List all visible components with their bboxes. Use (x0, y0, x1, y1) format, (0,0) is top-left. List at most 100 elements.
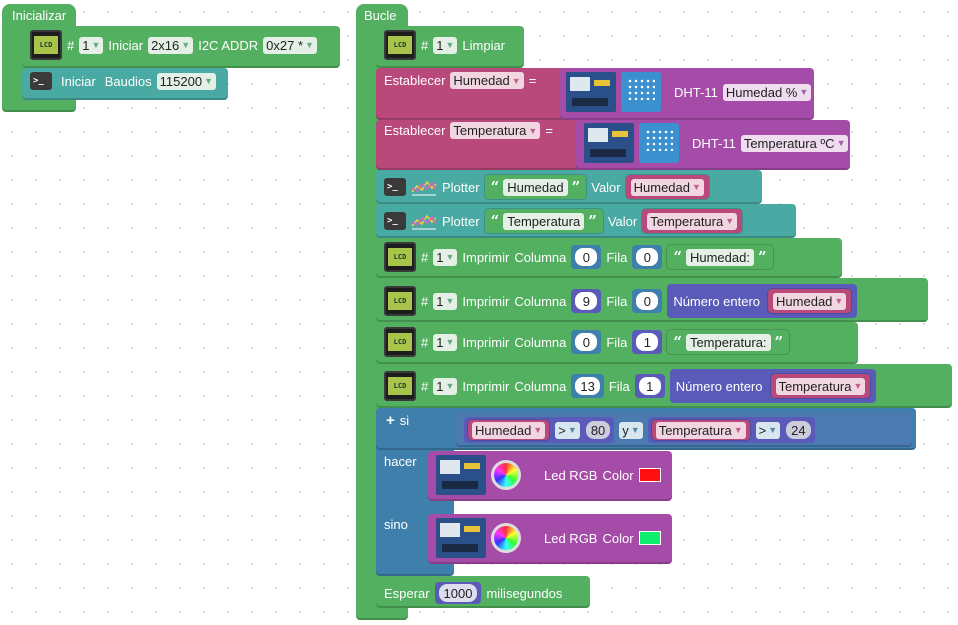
threshold-humedad[interactable]: 80 (585, 421, 611, 439)
lcd-size-dropdown[interactable]: 2x16 ▼ (148, 36, 194, 54)
plotter-label: Plotter (442, 213, 480, 229)
equals-label: = (528, 73, 537, 88)
color-swatch-red[interactable] (638, 468, 661, 482)
hacer-label: hacer (384, 454, 417, 469)
arduino-board-icon (436, 455, 486, 495)
columna-label: Columna (514, 293, 567, 309)
dht-temperatura-dropdown[interactable]: Temperatura ºC ▼ (740, 134, 849, 152)
arduino-board-icon (436, 518, 486, 558)
fila-label: Fila (606, 293, 628, 309)
color-label: Color (602, 467, 634, 483)
row-number-block[interactable]: 0 (632, 289, 663, 313)
integer-block[interactable]: Número entero Temperatura ▼ (669, 369, 877, 403)
dht-label: DHT-11 (692, 135, 736, 151)
var-humedad-block[interactable]: Humedad ▼ (625, 175, 709, 199)
threshold-temperatura[interactable]: 24 (786, 421, 811, 439)
lcd-number-dropdown[interactable]: 1 ▼ (433, 377, 458, 395)
lcd-number-dropdown[interactable]: 1 ▼ (433, 36, 458, 54)
color-label: Color (602, 530, 634, 546)
row-number-block[interactable]: 1 (634, 374, 665, 398)
columna-label: Columna (514, 334, 567, 350)
terminal-icon: >_ (384, 178, 406, 196)
lcd-icon: LCD (384, 327, 416, 357)
lcd-number-dropdown[interactable]: 1 ▼ (433, 333, 458, 351)
integer-block[interactable]: Número entero Humedad ▼ (667, 284, 858, 318)
var-temperatura-dropdown[interactable]: Temperatura ▼ (450, 122, 541, 139)
fila-label: Fila (606, 249, 628, 265)
column-number-block[interactable]: 0 (571, 245, 602, 269)
init-title: Inicializar (12, 8, 67, 23)
var-humedad-dropdown[interactable]: Humedad ▼ (450, 72, 524, 89)
establecer-label: Establecer (384, 73, 446, 88)
dht11-sensor-icon (621, 72, 661, 112)
imprimir-label: Imprimir (462, 249, 510, 265)
lcd-number-dropdown[interactable]: 1 ▼ (433, 292, 458, 310)
i2c-label: I2C ADDR (198, 37, 259, 53)
string-block[interactable]: “Temperatura:” (667, 330, 790, 354)
hash-label: # (421, 37, 429, 53)
var-temperatura-block[interactable]: Temperatura ▼ (642, 209, 743, 233)
limpiar-label: Limpiar (462, 37, 506, 53)
plotter-chart-icon (411, 180, 437, 196)
columna-label: Columna (514, 249, 567, 265)
imprimir-label: Imprimir (462, 293, 510, 309)
rgb-led-icon (491, 460, 521, 490)
op-gt-dropdown[interactable]: > ▼ (555, 421, 580, 439)
rgb-led-icon (491, 523, 521, 553)
string-block[interactable]: “Humedad” (484, 175, 587, 199)
mutator-plus-icon[interactable]: + (386, 412, 395, 429)
dht-label: DHT-11 (674, 84, 718, 100)
si-label: si (399, 413, 410, 428)
lcd-number-dropdown[interactable]: 1 ▼ (79, 36, 104, 54)
row-number-block[interactable]: 0 (632, 245, 663, 269)
esperar-label: Esperar (384, 585, 430, 601)
column-number-block[interactable]: 13 (571, 374, 604, 398)
imprimir-label: Imprimir (462, 334, 510, 350)
establecer-label: Establecer (384, 123, 446, 138)
arduino-board-icon (584, 123, 634, 163)
milisegundos-label: milisegundos (486, 585, 563, 601)
fila-label: Fila (608, 378, 630, 394)
dht-humedad-dropdown[interactable]: Humedad % ▼ (722, 83, 812, 101)
ms-number-block[interactable]: 1000 (434, 582, 482, 604)
lcd-icon: LCD (384, 242, 416, 272)
hash-label: # (67, 37, 75, 53)
equals-label: = (545, 123, 553, 138)
imprimir-label: Imprimir (462, 378, 510, 394)
serial-iniciar-label: Iniciar (61, 73, 96, 89)
lcd-icon: LCD (384, 286, 416, 316)
compare-temperatura-block[interactable]: Temperatura ▼ > ▼ 24 (647, 417, 815, 443)
lcd-icon: LCD (384, 371, 416, 401)
arduino-board-icon (566, 72, 616, 112)
valor-label: Valor (607, 213, 638, 229)
plotter-chart-icon (411, 214, 437, 230)
lcd-icon: LCD (384, 30, 416, 60)
led-rgb-label: Led RGB (544, 467, 598, 483)
baudios-label: Baudios (104, 73, 152, 89)
hash-label: # (421, 249, 429, 265)
sino-label: sino (384, 517, 408, 532)
color-swatch-green[interactable] (638, 531, 661, 545)
columna-label: Columna (514, 378, 567, 394)
and-dropdown[interactable]: y ▼ (619, 421, 643, 439)
plotter-label: Plotter (442, 179, 480, 195)
compare-humedad-block[interactable]: Humedad ▼ > ▼ 80 (464, 417, 615, 443)
valor-label: Valor (591, 179, 621, 195)
terminal-icon: >_ (30, 72, 52, 90)
lcd-number-dropdown[interactable]: 1 ▼ (433, 248, 458, 266)
loop-title: Bucle (364, 8, 397, 23)
string-block[interactable]: “Temperatura” (484, 209, 603, 233)
baud-dropdown[interactable]: 115200 ▼ (156, 72, 217, 90)
hash-label: # (421, 334, 429, 350)
hash-label: # (421, 293, 429, 309)
column-number-block[interactable]: 0 (571, 330, 602, 354)
fila-label: Fila (606, 334, 628, 350)
i2c-addr-dropdown[interactable]: 0x27 * ▼ (263, 36, 317, 54)
string-block[interactable]: “Humedad:” (667, 245, 773, 269)
row-number-block[interactable]: 1 (632, 330, 663, 354)
lcd-iniciar-label: Iniciar (108, 37, 144, 53)
terminal-icon: >_ (384, 212, 406, 230)
lcd-icon: LCD (30, 30, 62, 60)
column-number-block[interactable]: 9 (571, 289, 602, 313)
op-gt-dropdown[interactable]: > ▼ (755, 421, 781, 439)
